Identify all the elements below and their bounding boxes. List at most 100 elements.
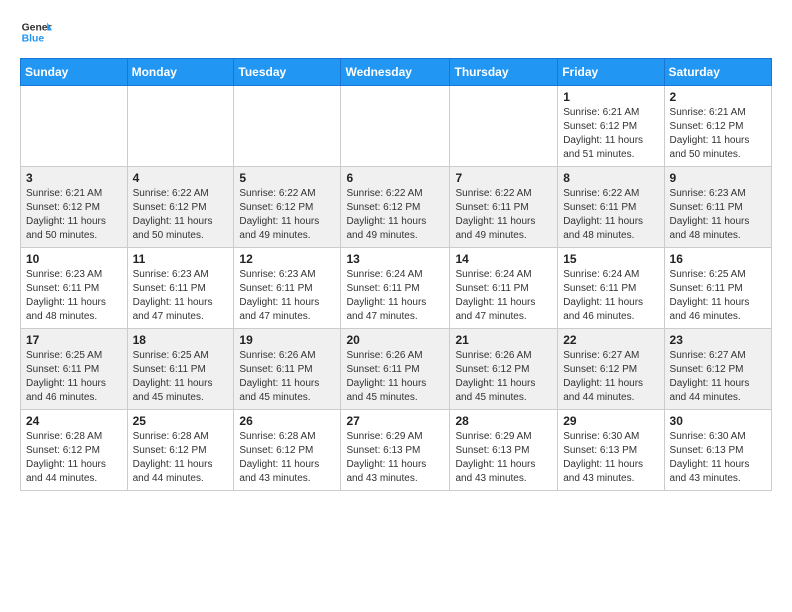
day-number: 2	[670, 90, 766, 104]
day-info: Sunrise: 6:21 AM Sunset: 6:12 PM Dayligh…	[563, 106, 658, 162]
day-info: Sunrise: 6:26 AM Sunset: 6:11 PM Dayligh…	[239, 349, 335, 405]
calendar-cell: 13 Sunrise: 6:24 AM Sunset: 6:11 PM Dayli…	[341, 248, 450, 329]
day-number: 4	[133, 171, 229, 185]
day-number: 23	[670, 333, 766, 347]
weekday-header-saturday: Saturday	[664, 59, 771, 86]
calendar-cell: 18 Sunrise: 6:25 AM Sunset: 6:11 PM Dayli…	[127, 329, 234, 410]
calendar-cell: 28 Sunrise: 6:29 AM Sunset: 6:13 PM Dayli…	[450, 410, 558, 491]
day-info: Sunrise: 6:28 AM Sunset: 6:12 PM Dayligh…	[26, 430, 122, 486]
day-info: Sunrise: 6:22 AM Sunset: 6:11 PM Dayligh…	[563, 187, 658, 243]
calendar-cell: 22 Sunrise: 6:27 AM Sunset: 6:12 PM Dayli…	[558, 329, 664, 410]
calendar-cell: 16Sunrise: 6:25 AM Sunset: 6:11 PM Dayli…	[664, 248, 771, 329]
day-info: Sunrise: 6:28 AM Sunset: 6:12 PM Dayligh…	[239, 430, 335, 486]
calendar-cell	[234, 86, 341, 167]
day-number: 22	[563, 333, 658, 347]
calendar-cell	[450, 86, 558, 167]
day-number: 30	[670, 414, 766, 428]
calendar-cell: 27Sunrise: 6:29 AM Sunset: 6:13 PM Dayli…	[341, 410, 450, 491]
calendar-cell: 8 Sunrise: 6:22 AM Sunset: 6:11 PM Daylig…	[558, 167, 664, 248]
weekday-header-row: SundayMondayTuesdayWednesdayThursdayFrid…	[21, 59, 772, 86]
day-info: Sunrise: 6:24 AM Sunset: 6:11 PM Dayligh…	[563, 268, 658, 324]
page: General Blue SundayMondayTuesdayWednesda…	[0, 0, 792, 511]
day-number: 21	[455, 333, 552, 347]
day-info: Sunrise: 6:22 AM Sunset: 6:11 PM Dayligh…	[455, 187, 552, 243]
calendar-week-row: 3 Sunrise: 6:21 AM Sunset: 6:12 PM Daylig…	[21, 167, 772, 248]
day-number: 1	[563, 90, 658, 104]
calendar-cell: 21 Sunrise: 6:26 AM Sunset: 6:12 PM Dayli…	[450, 329, 558, 410]
calendar-week-row: 1 Sunrise: 6:21 AM Sunset: 6:12 PM Daylig…	[21, 86, 772, 167]
calendar-cell: 11Sunrise: 6:23 AM Sunset: 6:11 PM Dayli…	[127, 248, 234, 329]
day-info: Sunrise: 6:21 AM Sunset: 6:12 PM Dayligh…	[670, 106, 766, 162]
svg-text:Blue: Blue	[22, 34, 45, 45]
calendar-cell: 24 Sunrise: 6:28 AM Sunset: 6:12 PM Dayli…	[21, 410, 128, 491]
day-info: Sunrise: 6:29 AM Sunset: 6:13 PM Dayligh…	[346, 430, 444, 486]
day-number: 20	[346, 333, 444, 347]
day-number: 16	[670, 252, 766, 266]
day-number: 5	[239, 171, 335, 185]
day-info: Sunrise: 6:25 AM Sunset: 6:11 PM Dayligh…	[26, 349, 122, 405]
day-number: 10	[26, 252, 122, 266]
day-info: Sunrise: 6:22 AM Sunset: 6:12 PM Dayligh…	[346, 187, 444, 243]
day-info: Sunrise: 6:22 AM Sunset: 6:12 PM Dayligh…	[133, 187, 229, 243]
day-number: 8	[563, 171, 658, 185]
weekday-header-wednesday: Wednesday	[341, 59, 450, 86]
day-info: Sunrise: 6:28 AM Sunset: 6:12 PM Dayligh…	[133, 430, 229, 486]
day-number: 12	[239, 252, 335, 266]
weekday-header-friday: Friday	[558, 59, 664, 86]
calendar-cell: 29Sunrise: 6:30 AM Sunset: 6:13 PM Dayli…	[558, 410, 664, 491]
logo: General Blue	[20, 16, 52, 48]
day-info: Sunrise: 6:26 AM Sunset: 6:12 PM Dayligh…	[455, 349, 552, 405]
day-number: 9	[670, 171, 766, 185]
day-info: Sunrise: 6:24 AM Sunset: 6:11 PM Dayligh…	[455, 268, 552, 324]
calendar-cell: 9 Sunrise: 6:23 AM Sunset: 6:11 PM Daylig…	[664, 167, 771, 248]
day-number: 3	[26, 171, 122, 185]
day-info: Sunrise: 6:23 AM Sunset: 6:11 PM Dayligh…	[133, 268, 229, 324]
day-info: Sunrise: 6:26 AM Sunset: 6:11 PM Dayligh…	[346, 349, 444, 405]
day-number: 25	[133, 414, 229, 428]
day-info: Sunrise: 6:21 AM Sunset: 6:12 PM Dayligh…	[26, 187, 122, 243]
day-number: 17	[26, 333, 122, 347]
calendar-cell	[21, 86, 128, 167]
calendar-cell: 7Sunrise: 6:22 AM Sunset: 6:11 PM Daylig…	[450, 167, 558, 248]
calendar-cell: 1 Sunrise: 6:21 AM Sunset: 6:12 PM Daylig…	[558, 86, 664, 167]
day-number: 26	[239, 414, 335, 428]
calendar-cell	[341, 86, 450, 167]
calendar-cell: 14 Sunrise: 6:24 AM Sunset: 6:11 PM Dayli…	[450, 248, 558, 329]
header: General Blue	[20, 16, 772, 48]
weekday-header-sunday: Sunday	[21, 59, 128, 86]
day-number: 6	[346, 171, 444, 185]
calendar-cell: 2 Sunrise: 6:21 AM Sunset: 6:12 PM Daylig…	[664, 86, 771, 167]
day-info: Sunrise: 6:27 AM Sunset: 6:12 PM Dayligh…	[670, 349, 766, 405]
calendar-cell: 26 Sunrise: 6:28 AM Sunset: 6:12 PM Dayli…	[234, 410, 341, 491]
calendar-cell: 5 Sunrise: 6:22 AM Sunset: 6:12 PM Daylig…	[234, 167, 341, 248]
day-number: 19	[239, 333, 335, 347]
day-info: Sunrise: 6:23 AM Sunset: 6:11 PM Dayligh…	[670, 187, 766, 243]
calendar-cell: 17 Sunrise: 6:25 AM Sunset: 6:11 PM Dayli…	[21, 329, 128, 410]
day-info: Sunrise: 6:23 AM Sunset: 6:11 PM Dayligh…	[26, 268, 122, 324]
day-number: 29	[563, 414, 658, 428]
calendar-cell	[127, 86, 234, 167]
calendar-cell: 12Sunrise: 6:23 AM Sunset: 6:11 PM Dayli…	[234, 248, 341, 329]
calendar-cell: 25 Sunrise: 6:28 AM Sunset: 6:12 PM Dayli…	[127, 410, 234, 491]
calendar-cell: 10 Sunrise: 6:23 AM Sunset: 6:11 PM Dayli…	[21, 248, 128, 329]
calendar-cell: 4 Sunrise: 6:22 AM Sunset: 6:12 PM Daylig…	[127, 167, 234, 248]
day-info: Sunrise: 6:30 AM Sunset: 6:13 PM Dayligh…	[670, 430, 766, 486]
weekday-header-monday: Monday	[127, 59, 234, 86]
calendar-cell: 6 Sunrise: 6:22 AM Sunset: 6:12 PM Daylig…	[341, 167, 450, 248]
calendar-cell: 19 Sunrise: 6:26 AM Sunset: 6:11 PM Dayli…	[234, 329, 341, 410]
day-info: Sunrise: 6:29 AM Sunset: 6:13 PM Dayligh…	[455, 430, 552, 486]
day-number: 18	[133, 333, 229, 347]
day-number: 13	[346, 252, 444, 266]
calendar-cell: 20 Sunrise: 6:26 AM Sunset: 6:11 PM Dayli…	[341, 329, 450, 410]
calendar-week-row: 17 Sunrise: 6:25 AM Sunset: 6:11 PM Dayli…	[21, 329, 772, 410]
day-number: 24	[26, 414, 122, 428]
calendar-cell: 3 Sunrise: 6:21 AM Sunset: 6:12 PM Daylig…	[21, 167, 128, 248]
day-number: 28	[455, 414, 552, 428]
day-number: 14	[455, 252, 552, 266]
day-info: Sunrise: 6:25 AM Sunset: 6:11 PM Dayligh…	[133, 349, 229, 405]
calendar-cell: 23 Sunrise: 6:27 AM Sunset: 6:12 PM Dayli…	[664, 329, 771, 410]
logo-icon: General Blue	[20, 16, 52, 48]
day-info: Sunrise: 6:22 AM Sunset: 6:12 PM Dayligh…	[239, 187, 335, 243]
day-info: Sunrise: 6:24 AM Sunset: 6:11 PM Dayligh…	[346, 268, 444, 324]
day-info: Sunrise: 6:27 AM Sunset: 6:12 PM Dayligh…	[563, 349, 658, 405]
